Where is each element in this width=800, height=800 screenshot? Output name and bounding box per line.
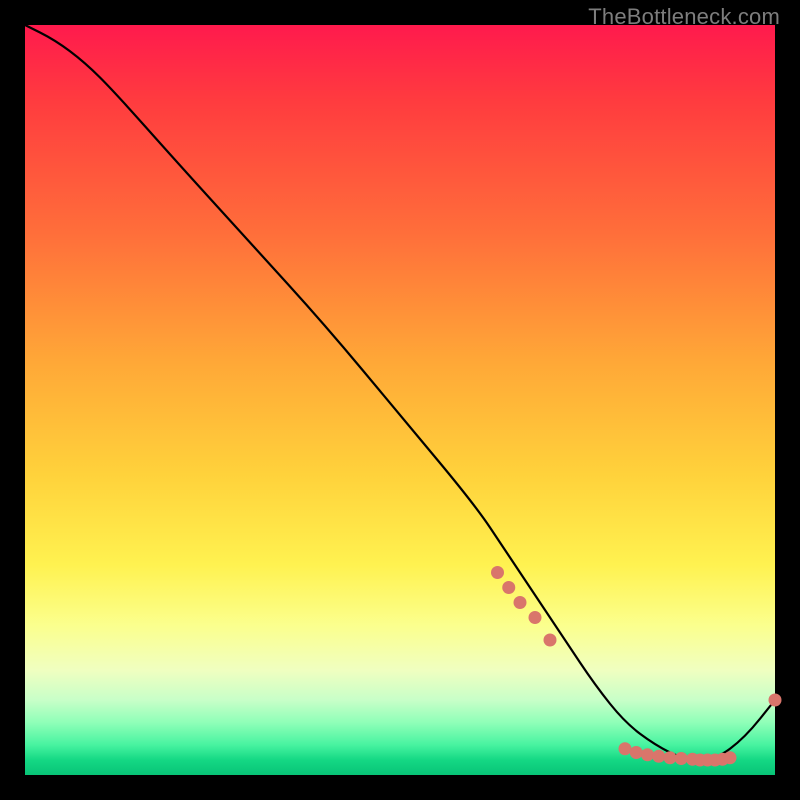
data-point bbox=[502, 581, 515, 594]
data-point bbox=[514, 596, 527, 609]
data-point bbox=[619, 742, 632, 755]
data-point bbox=[491, 566, 504, 579]
curve-line bbox=[25, 25, 775, 760]
data-point bbox=[724, 751, 737, 764]
data-point bbox=[664, 751, 677, 764]
chart-frame: TheBottleneck.com bbox=[0, 0, 800, 800]
data-point bbox=[769, 694, 782, 707]
data-point bbox=[652, 750, 665, 763]
data-point bbox=[641, 748, 654, 761]
data-point bbox=[529, 611, 542, 624]
plot-area bbox=[25, 25, 775, 775]
data-point bbox=[630, 746, 643, 759]
curve-path bbox=[25, 25, 775, 760]
data-point bbox=[544, 634, 557, 647]
data-point bbox=[675, 752, 688, 765]
chart-svg bbox=[25, 25, 775, 775]
